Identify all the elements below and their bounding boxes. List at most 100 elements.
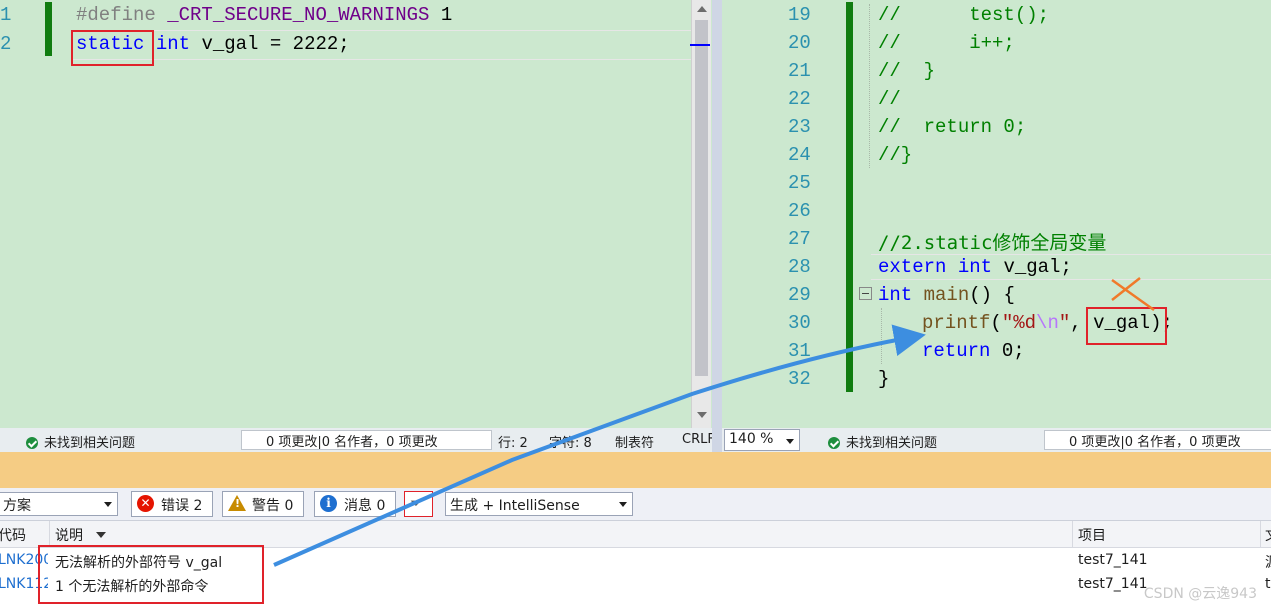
comment-line[interactable]: // } (878, 60, 935, 82)
code-line[interactable]: return 0; (922, 340, 1025, 362)
line-number: 25 (788, 172, 811, 194)
chevron-down-icon (786, 439, 794, 444)
filter-button[interactable]: ⏷ (404, 491, 433, 517)
warnings-label: 警告 0 (252, 498, 294, 514)
change-indicator-bar (45, 2, 52, 56)
line-number: 24 (788, 144, 811, 166)
right-editor-status-bar: 140 % 未找到相关问题 0 项更改|0 名作者，0 项更改 (722, 428, 1271, 452)
column-header-code[interactable]: 代码 (0, 525, 26, 545)
right-code-editor[interactable]: 19 20 21 22 23 24 25 26 27 28 29 30 31 3… (722, 0, 1271, 428)
sort-desc-icon[interactable] (96, 532, 106, 538)
scope-dropdown[interactable]: 方案 (0, 492, 118, 516)
comment-line[interactable]: // i++; (878, 32, 1015, 54)
function-name: main (923, 284, 970, 306)
keyword-int: int (957, 256, 993, 278)
keyword-extern: extern (878, 256, 947, 278)
comment-line[interactable]: // return 0; (878, 116, 1026, 138)
string-literal: " (1058, 312, 1071, 334)
line-number: 20 (788, 32, 811, 54)
column-divider[interactable] (49, 521, 50, 547)
line-number: 22 (788, 88, 811, 110)
warnings-filter-button[interactable]: 警告 0 (222, 491, 304, 517)
issues-indicator[interactable]: 未找到相关问题 (26, 432, 135, 451)
preprocessor-directive: #define (76, 4, 168, 26)
git-changes-text: 0 项更改|0 名作者，0 项更改 (1069, 435, 1241, 450)
string-literal: "%d (1001, 312, 1037, 334)
column-header-project[interactable]: 项目 (1078, 525, 1106, 545)
eol-indicator[interactable]: CRLF (682, 432, 715, 447)
error-project: test7_141 (1078, 576, 1148, 592)
declaration-text: v_gal = 2222; (190, 33, 350, 55)
error-project: test7_141 (1078, 552, 1148, 568)
error-icon: ✕ (137, 495, 154, 512)
comment-line[interactable]: //} (878, 144, 912, 166)
change-indicator-bar (846, 2, 853, 392)
editor-splitter[interactable] (712, 0, 722, 452)
code-line[interactable]: int main() { (878, 284, 1015, 306)
annotation-box-static (71, 30, 154, 66)
escape-sequence: \n (1036, 312, 1059, 334)
info-icon: i (320, 495, 337, 512)
chevron-down-icon (104, 502, 112, 507)
scrollbar-thumb[interactable] (695, 20, 708, 376)
git-changes-box[interactable]: 0 项更改|0 名作者，0 项更改 (1044, 430, 1271, 450)
errors-filter-button[interactable]: ✕ 错误 2 (131, 491, 213, 517)
keyword-return: return (922, 340, 991, 362)
char-indicator[interactable]: 字符: 8 (549, 432, 592, 451)
line-number: 29 (788, 284, 811, 306)
scope-value: 方案 (3, 498, 31, 514)
line-number: 27 (788, 228, 811, 250)
indent-guide (869, 4, 870, 168)
code-text: () { (969, 284, 1015, 306)
column-divider[interactable] (1260, 521, 1261, 547)
keyword-int: int (878, 284, 913, 306)
column-header-description[interactable]: 说明 (55, 525, 83, 545)
tabs-indicator[interactable]: 制表符 (615, 432, 654, 451)
caret-position-marker (690, 44, 710, 46)
line-number: 21 (788, 60, 811, 82)
git-changes-box[interactable]: 0 项更改|0 名作者，0 项更改 (241, 430, 492, 450)
watermark-text: CSDN @云逸943 (1143, 586, 1257, 602)
column-divider[interactable] (1072, 521, 1073, 547)
line-number: 31 (788, 340, 811, 362)
annotation-box-v-gal (1086, 307, 1167, 345)
comment-line[interactable]: //2.static修饰全局变量 (878, 228, 1106, 255)
check-circle-icon (828, 437, 840, 449)
comment-line[interactable]: // (878, 88, 901, 110)
collapse-icon[interactable] (859, 287, 872, 300)
line-number: 28 (788, 256, 811, 278)
code-line[interactable]: #define _CRT_SECURE_NO_WARNINGS 1 (76, 4, 452, 26)
issues-indicator[interactable]: 未找到相关问题 (828, 432, 937, 451)
warning-icon (228, 495, 246, 511)
build-filter-dropdown[interactable]: 生成 + IntelliSense (445, 492, 633, 516)
check-circle-icon (26, 437, 38, 449)
filter-icon: ⏷ (410, 494, 423, 512)
line-number: 2 (0, 33, 12, 55)
line-number: 23 (788, 116, 811, 138)
panel-title-bar (0, 452, 1271, 488)
messages-filter-button[interactable]: i 消息 0 (314, 491, 396, 517)
scroll-up-icon[interactable] (697, 6, 707, 12)
macro-value: 1 (429, 4, 453, 26)
function-name: printf (922, 312, 991, 334)
line-number: 19 (788, 4, 811, 26)
vertical-scrollbar[interactable] (690, 0, 711, 428)
code-line[interactable]: } (878, 368, 889, 390)
zoom-value: 140 % (729, 431, 774, 447)
indent-guide (881, 308, 882, 364)
left-editor-status-bar: 未找到相关问题 0 项更改|0 名作者，0 项更改 行: 2 字符: 8 制表符… (0, 428, 715, 452)
error-file: te (1265, 576, 1271, 592)
column-header-file[interactable]: 文件 (1265, 525, 1271, 545)
git-changes-text: 0 项更改|0 名作者，0 项更改 (266, 435, 438, 450)
code-line[interactable]: extern int v_gal; (878, 256, 1072, 278)
code-text: 0; (990, 340, 1025, 362)
errors-label: 错误 2 (161, 498, 203, 514)
zoom-dropdown[interactable]: 140 % (724, 429, 800, 451)
error-list-toolbar: 方案 ✕ 错误 2 警告 0 i 消息 0 ⏷ 生成 + IntelliSense (0, 488, 1271, 521)
chevron-down-icon (619, 502, 627, 507)
line-indicator[interactable]: 行: 2 (498, 432, 528, 451)
comment-line[interactable]: // test(); (878, 4, 1049, 26)
grid-header: 代码 说明 项目 文件 (0, 521, 1271, 548)
scroll-down-icon[interactable] (697, 412, 707, 418)
line-number: 26 (788, 200, 811, 222)
